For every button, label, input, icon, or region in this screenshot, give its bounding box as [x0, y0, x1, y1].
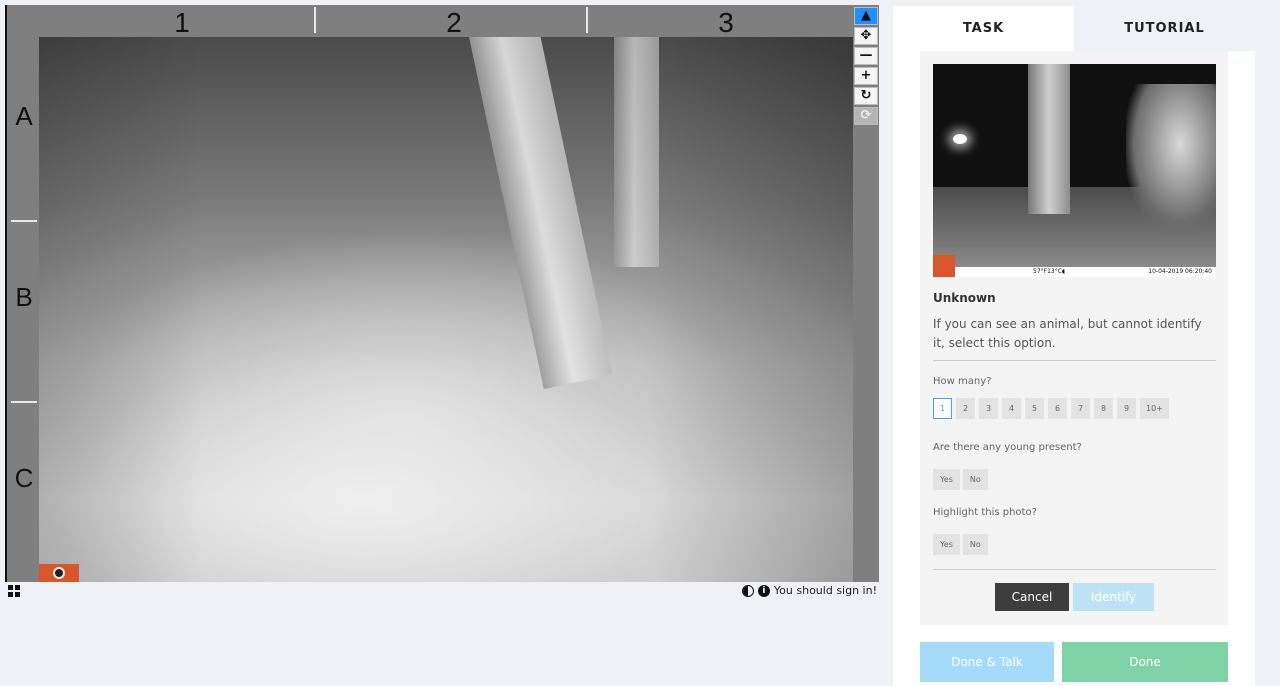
minus-icon[interactable]: — — [854, 47, 878, 65]
brand-badge — [39, 564, 79, 582]
how-many-options: 1 2 3 4 5 6 7 8 9 10+ — [933, 398, 1169, 419]
count-option-9[interactable]: 9 — [1117, 398, 1136, 419]
done-and-talk-button[interactable]: Done & Talk — [920, 642, 1054, 682]
count-option-3[interactable]: 3 — [979, 398, 998, 419]
divider — [933, 360, 1216, 361]
species-detail: 57°F13°C◖ 10-04-2019 06:20:40 Unknown If… — [920, 51, 1228, 625]
done-button[interactable]: Done — [1062, 642, 1228, 682]
question-how-many: How many? — [933, 376, 992, 387]
signin-text[interactable]: You should sign in! — [774, 584, 877, 597]
count-option-8[interactable]: 8 — [1094, 398, 1113, 419]
count-option-1[interactable]: 1 — [933, 398, 952, 419]
tab-tutorial[interactable]: TUTORIAL — [1074, 6, 1255, 51]
young-no-button[interactable]: No — [962, 469, 988, 490]
thumbnail-temperature: 57°F13°C◖ — [1033, 268, 1066, 275]
count-option-6[interactable]: 6 — [1048, 398, 1067, 419]
grid-icon[interactable] — [8, 585, 20, 597]
thumbnail-timestamp: 10-04-2019 06:20:40 — [1148, 268, 1212, 275]
young-options: Yes No — [933, 469, 988, 490]
info-icon[interactable]: i — [757, 584, 770, 597]
grid-column-label: 1 — [174, 7, 190, 38]
plus-icon[interactable]: + — [854, 67, 878, 85]
grid-divider — [11, 401, 37, 403]
species-description: If you can see an animal, but cannot ide… — [933, 317, 1202, 350]
cursor-icon[interactable]: ▲ — [854, 7, 878, 25]
count-option-4[interactable]: 4 — [1002, 398, 1021, 419]
question-highlight: Highlight this photo? — [933, 507, 1037, 518]
highlight-options: Yes No — [933, 534, 988, 555]
grid-divider — [586, 7, 588, 33]
grid-row-label: C — [14, 463, 34, 493]
count-option-10plus[interactable]: 10+ — [1140, 398, 1169, 419]
grid-row-label: B — [15, 282, 33, 312]
eye-icon — [53, 567, 65, 579]
tree-trunk — [614, 37, 659, 267]
grid-row-label: A — [15, 101, 33, 131]
image-viewer[interactable]: 1 2 3 A B C ▲ ✥ — + ↻ ⟳ — [5, 5, 879, 582]
tree-trunk — [469, 37, 613, 390]
grid-column-label: 3 — [718, 7, 734, 38]
highlight-yes-button[interactable]: Yes — [933, 534, 960, 555]
panel-tabs: TASK TUTORIAL — [893, 6, 1255, 51]
species-example-image: 57°F13°C◖ 10-04-2019 06:20:40 — [933, 64, 1216, 277]
question-young: Are there any young present? — [933, 442, 1082, 453]
grid-divider — [314, 7, 316, 33]
identify-button[interactable]: Identify — [1073, 583, 1154, 611]
signin-notice: i You should sign in! — [741, 584, 877, 597]
contrast-icon[interactable] — [741, 584, 754, 597]
brand-badge — [933, 255, 955, 277]
classification-panel: TASK TUTORIAL 57°F13°C◖ 10-04-2019 06:20… — [893, 6, 1255, 686]
grid-divider — [11, 220, 37, 222]
refresh-icon[interactable]: ⟳ — [854, 107, 878, 125]
count-option-5[interactable]: 5 — [1025, 398, 1044, 419]
camera-trap-photo[interactable] — [39, 37, 853, 582]
count-option-7[interactable]: 7 — [1071, 398, 1090, 419]
cancel-button[interactable]: Cancel — [995, 583, 1069, 611]
highlight-no-button[interactable]: No — [962, 534, 988, 555]
young-yes-button[interactable]: Yes — [933, 469, 960, 490]
viewer-toolbar: ▲ ✥ — + ↻ ⟳ — [853, 7, 879, 127]
tab-task[interactable]: TASK — [893, 6, 1074, 51]
grid-column-label: 2 — [446, 7, 462, 38]
divider — [933, 569, 1216, 570]
species-name: Unknown — [933, 291, 996, 305]
count-option-2[interactable]: 2 — [956, 398, 975, 419]
move-icon[interactable]: ✥ — [854, 27, 878, 45]
rotate-icon[interactable]: ↻ — [854, 87, 878, 105]
viewer-footer: i You should sign in! — [5, 583, 879, 601]
